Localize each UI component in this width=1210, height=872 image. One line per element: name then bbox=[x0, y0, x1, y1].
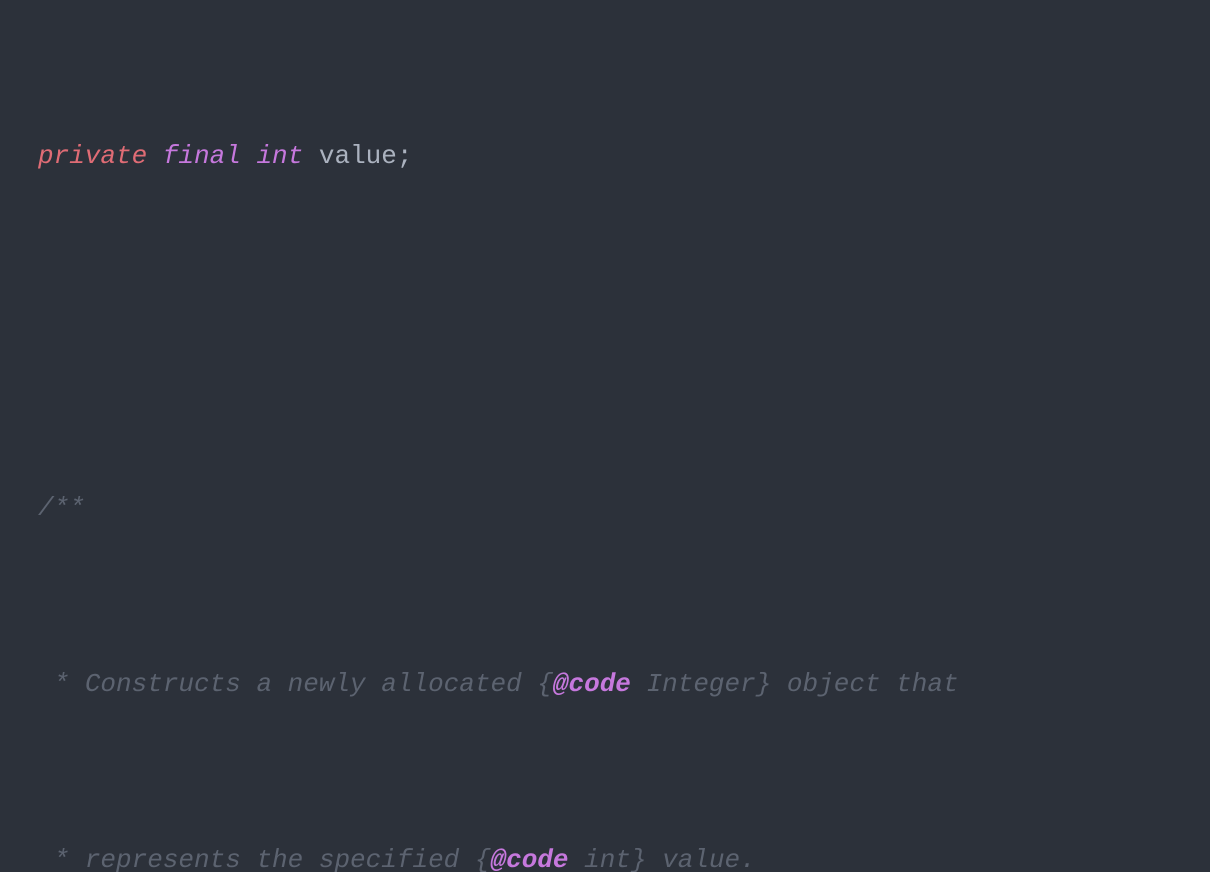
javadoc-tag-code: @code bbox=[553, 669, 631, 699]
code-editor[interactable]: private final int value; /** * Construct… bbox=[0, 0, 1210, 872]
javadoc-star: * bbox=[38, 669, 85, 699]
space bbox=[241, 141, 257, 171]
code-line-empty[interactable] bbox=[0, 310, 1210, 354]
keyword-int: int bbox=[256, 141, 303, 171]
identifier-value: value bbox=[319, 141, 397, 171]
javadoc-text: Constructs a newly allocated { bbox=[85, 669, 553, 699]
code-line[interactable]: private final int value; bbox=[0, 134, 1210, 178]
javadoc-text: Integer} object that bbox=[631, 669, 959, 699]
javadoc-tag-code: @code bbox=[490, 845, 568, 872]
code-line[interactable]: /** bbox=[0, 486, 1210, 530]
keyword-private: private bbox=[38, 141, 147, 171]
javadoc-text: int} value. bbox=[569, 845, 756, 872]
keyword-final: final bbox=[163, 141, 241, 171]
javadoc-text: represents the specified { bbox=[85, 845, 491, 872]
code-line[interactable]: * represents the specified {@code int} v… bbox=[0, 838, 1210, 872]
code-line[interactable]: * Constructs a newly allocated {@code In… bbox=[0, 662, 1210, 706]
space bbox=[147, 141, 163, 171]
space bbox=[303, 141, 319, 171]
semicolon: ; bbox=[397, 141, 413, 171]
javadoc-open: /** bbox=[38, 493, 85, 523]
javadoc-star: * bbox=[38, 845, 85, 872]
